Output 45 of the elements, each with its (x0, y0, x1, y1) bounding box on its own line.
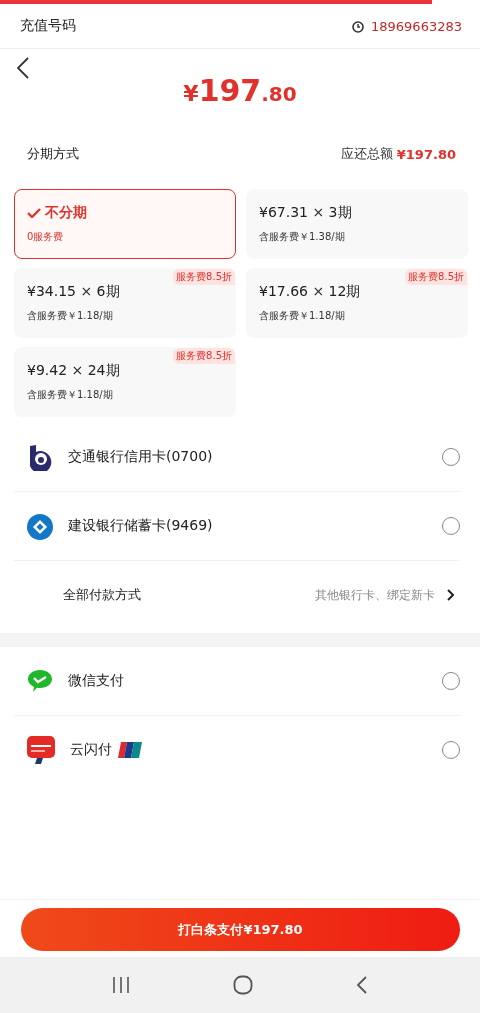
all-methods-hint: 其他银行卡、绑定新卡 (315, 586, 435, 604)
installment-option[interactable]: ¥67.31 × 3期 含服务费￥1.38/期 (246, 189, 468, 259)
installment-option[interactable]: 服务费8.5折 ¥17.66 × 12期 含服务费￥1.18/期 (246, 268, 468, 338)
discount-badge: 服务费8.5折 (405, 269, 467, 285)
option-fee: 含服务费￥1.38/期 (259, 230, 346, 244)
option-title: ¥34.15 × 6期 (27, 283, 120, 301)
option-title: ¥9.42 × 24期 (27, 362, 120, 380)
recent-apps-icon[interactable] (111, 977, 130, 993)
chevron-right-icon (447, 589, 454, 601)
payment-name: 建设银行储蓄卡(9469) (68, 517, 213, 535)
option-title: ¥67.31 × 3期 (259, 204, 352, 222)
back-nav-icon[interactable] (356, 976, 369, 994)
all-methods-label: 全部付款方式 (63, 586, 142, 604)
option-title: ¥17.66 × 12期 (259, 283, 361, 301)
discount-badge: 服务费8.5折 (173, 269, 235, 285)
option-fee: 含服务费￥1.18/期 (259, 309, 346, 323)
home-icon[interactable] (233, 975, 253, 995)
installment-option[interactable]: 服务费8.5折 ¥34.15 × 6期 含服务费￥1.18/期 (14, 268, 236, 338)
pay-button[interactable]: 打白条支付¥197.80 (21, 908, 460, 951)
bank-logo-icon (26, 512, 54, 540)
installment-option[interactable]: 服务费8.5折 ¥9.42 × 24期 含服务费￥1.18/期 (14, 347, 236, 417)
total-label: 应还总额 (340, 145, 393, 163)
payment-option[interactable]: 云闪付 (14, 716, 460, 784)
option-fee: 含服务费￥1.18/期 (27, 309, 114, 323)
check-icon (27, 208, 41, 218)
total-amount: ¥197.80 (396, 146, 456, 162)
payment-option[interactable]: 交通银行信用卡(0700) (14, 423, 460, 492)
card-brand-icon (118, 742, 142, 758)
section-label: 分期方式 (27, 145, 80, 163)
phone-number: 18969663283 (371, 18, 462, 34)
payment-name: 交通银行信用卡(0700) (68, 448, 213, 466)
payment-amount: ¥197.80 (183, 73, 297, 108)
option-fee: 含服务费￥1.18/期 (27, 388, 114, 402)
payment-option[interactable]: 建设银行储蓄卡(9469) (14, 492, 460, 561)
payment-name: 云闪付 (70, 741, 112, 759)
back-icon[interactable] (17, 57, 29, 79)
payment-option[interactable]: 微信支付 (14, 647, 460, 716)
payment-name: 微信支付 (68, 672, 124, 690)
app-logo-icon (26, 735, 56, 765)
installment-option[interactable]: 不分期 0服务费 (14, 189, 236, 259)
option-fee: 0服务费 (27, 230, 65, 244)
discount-badge: 服务费8.5折 (173, 348, 235, 364)
option-title: 不分期 (45, 204, 87, 222)
all-methods-row[interactable]: 全部付款方式 其他银行卡、绑定新卡 (14, 561, 460, 629)
page-title: 充值号码 (20, 17, 76, 35)
